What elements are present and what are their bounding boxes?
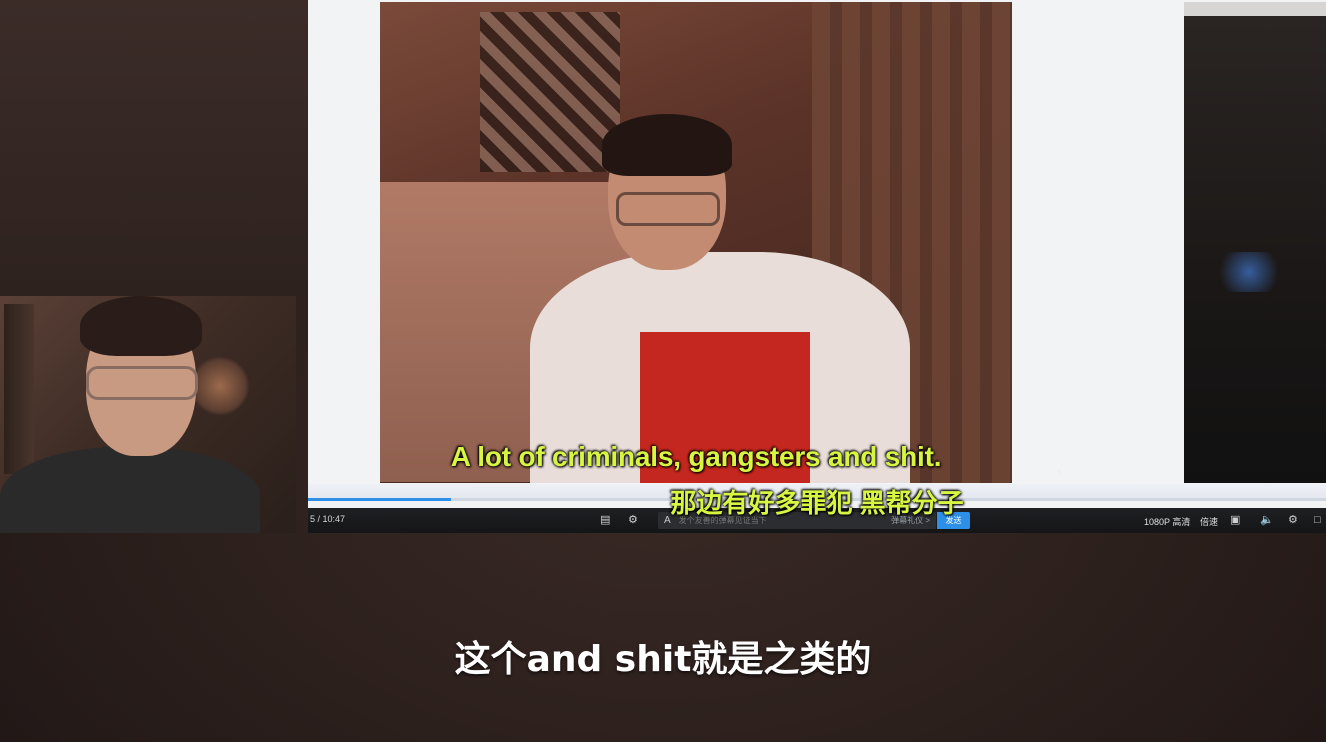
video-main-frame[interactable]: A lot of criminals, gangsters and shit. [380,2,1012,483]
video-subtitle-chinese: 那边有好多罪犯 黑帮分子 [670,488,964,518]
webcam-shelf [4,304,34,474]
video-subtitle-english: A lot of criminals, gangsters and shit. [450,441,942,472]
video-side-topbar [1184,2,1326,16]
video-wall-panel [480,12,620,172]
webcam-streamer-shirt [0,446,260,533]
video-player-page: A lot of criminals, gangsters and shit. … [308,0,1326,533]
webcam-overlay [0,296,296,533]
video-person-hair [602,114,732,176]
stream-subtitle: 这个and shit就是之类的 [454,639,872,680]
video-side-frame [1184,2,1326,483]
webcam-streamer-hair [80,296,202,356]
stream-background [0,0,308,296]
video-side-lights [1204,252,1294,292]
mouse-cursor-icon: ↖ [1056,468,1065,479]
video-person-glasses [616,192,720,226]
webcam-lamp [190,356,250,416]
webcam-streamer-glasses [86,366,198,400]
